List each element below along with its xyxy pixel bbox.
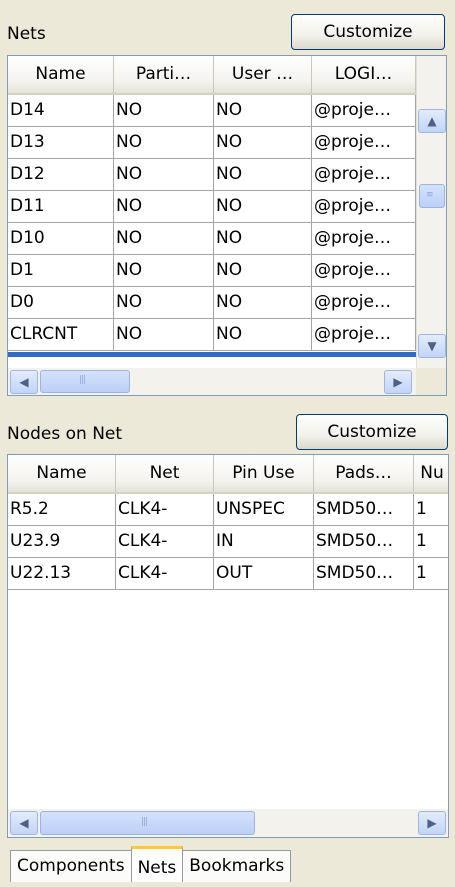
- table-row[interactable]: CLRCNT NO NO @proje…: [8, 319, 416, 351]
- nets-vertical-scrollbar[interactable]: ▲ ≡ ▼: [416, 56, 446, 368]
- cell-user: NO: [214, 319, 312, 351]
- cell-name: D10: [8, 223, 114, 255]
- nodes-grid-header: Name Net Pin Use Pads… Nu: [8, 455, 448, 494]
- nets-customize-button[interactable]: Customize: [291, 14, 445, 50]
- scroll-right-arrow-icon[interactable]: ▶: [384, 370, 412, 394]
- cell-logical: @proje…: [312, 287, 416, 319]
- cell-partition: NO: [114, 159, 214, 191]
- cell-logical: @proje…: [312, 319, 416, 351]
- cell-name: D12: [8, 159, 114, 191]
- cell-name: D13: [8, 127, 114, 159]
- column-header-pads[interactable]: Pads…: [314, 455, 414, 492]
- nodes-customize-button[interactable]: Customize: [296, 414, 448, 450]
- cell-logical: @proje…: [312, 159, 416, 191]
- scroll-right-arrow-icon[interactable]: ▶: [418, 811, 446, 835]
- nets-grid-header: Name Parti… User … LOGI…: [8, 56, 416, 95]
- cell-user: NO: [214, 191, 312, 223]
- table-row[interactable]: D0 NO NO @proje…: [8, 287, 416, 319]
- cell-number: 1: [414, 526, 448, 558]
- cell-user: NO: [214, 223, 312, 255]
- table-row[interactable]: D12 NO NO @proje…: [8, 159, 416, 191]
- column-header-logical[interactable]: LOGI…: [312, 56, 416, 93]
- cell-pin-use: IN: [214, 526, 314, 558]
- cell-user: NO: [214, 95, 312, 127]
- grip-icon: |||: [141, 817, 148, 827]
- vertical-scroll-thumb[interactable]: ≡: [419, 184, 445, 208]
- cell-net: CLK4-: [116, 558, 214, 590]
- horizontal-scroll-thumb[interactable]: |||: [40, 370, 130, 393]
- grip-icon: |||: [79, 375, 86, 385]
- nodes-panel-title: Nodes on Net: [7, 424, 123, 444]
- column-header-net[interactable]: Net: [116, 455, 214, 492]
- nets-panel-title: Nets: [7, 24, 46, 44]
- cell-user: NO: [214, 287, 312, 319]
- cell-partition: NO: [114, 255, 214, 287]
- table-row[interactable]: D14 NO NO @proje…: [8, 95, 416, 127]
- bottom-tab-strip: Components Nets Bookmarks: [10, 846, 292, 882]
- cell-logical: @proje…: [312, 127, 416, 159]
- cell-partition: NO: [114, 223, 214, 255]
- cell-name: U23.9: [8, 526, 116, 558]
- cell-net: CLK4-: [116, 494, 214, 526]
- scroll-down-arrow-icon[interactable]: ▼: [418, 334, 446, 358]
- cell-name: CLRCNT: [8, 319, 114, 351]
- horizontal-scroll-thumb[interactable]: |||: [40, 811, 255, 835]
- scroll-up-arrow-icon[interactable]: ▲: [418, 109, 446, 133]
- nodes-grid: Name Net Pin Use Pads… Nu R5.2 CLK4- UNS…: [7, 454, 449, 838]
- grip-icon: ≡: [426, 190, 433, 200]
- table-row[interactable]: D1 NO NO @proje…: [8, 255, 416, 287]
- nodes-horizontal-scrollbar[interactable]: ◀ ||| ▶: [8, 809, 448, 837]
- cell-name: R5.2: [8, 494, 116, 526]
- cell-net: CLK4-: [116, 526, 214, 558]
- table-row[interactable]: U23.9 CLK4- IN SMD50… 1: [8, 526, 448, 558]
- cell-user: NO: [214, 127, 312, 159]
- cell-name: D1: [8, 255, 114, 287]
- column-header-partition[interactable]: Parti…: [114, 56, 214, 93]
- cell-name: D11: [8, 191, 114, 223]
- column-header-user[interactable]: User …: [214, 56, 312, 93]
- cell-pin-use: OUT: [214, 558, 314, 590]
- table-row[interactable]: D11 NO NO @proje…: [8, 191, 416, 223]
- cell-pads: SMD50…: [314, 494, 414, 526]
- tab-bookmarks[interactable]: Bookmarks: [182, 850, 292, 882]
- column-header-pin-use[interactable]: Pin Use: [214, 455, 314, 492]
- cell-partition: NO: [114, 127, 214, 159]
- cell-partition: NO: [114, 95, 214, 127]
- cell-logical: @proje…: [312, 255, 416, 287]
- scroll-left-arrow-icon[interactable]: ◀: [10, 370, 38, 394]
- table-row[interactable]: D10 NO NO @proje…: [8, 223, 416, 255]
- cell-name: U22.13: [8, 558, 116, 590]
- tab-nets[interactable]: Nets: [130, 846, 184, 882]
- tab-components[interactable]: Components: [10, 850, 132, 882]
- scrollbar-corner: [416, 368, 446, 395]
- cell-pin-use: UNSPEC: [214, 494, 314, 526]
- table-row[interactable]: R5.2 CLK4- UNSPEC SMD50… 1: [8, 494, 448, 526]
- nets-horizontal-scrollbar[interactable]: ◀ ||| ▶: [8, 368, 416, 395]
- cell-name: D14: [8, 95, 114, 127]
- cell-number: 1: [414, 558, 448, 590]
- cell-logical: @proje…: [312, 95, 416, 127]
- nets-grid: Name Parti… User … LOGI… D14 NO NO @proj…: [7, 55, 447, 396]
- cell-pads: SMD50…: [314, 558, 414, 590]
- table-row[interactable]: D13 NO NO @proje…: [8, 127, 416, 159]
- cell-partition: NO: [114, 319, 214, 351]
- cell-logical: @proje…: [312, 223, 416, 255]
- cell-partition: NO: [114, 191, 214, 223]
- cell-pads: SMD50…: [314, 526, 414, 558]
- table-row[interactable]: U22.13 CLK4- OUT SMD50… 1: [8, 558, 448, 590]
- column-header-name[interactable]: Name: [8, 56, 114, 93]
- selected-row-indicator: [8, 352, 416, 357]
- scroll-left-arrow-icon[interactable]: ◀: [10, 811, 38, 835]
- cell-user: NO: [214, 255, 312, 287]
- cell-partition: NO: [114, 287, 214, 319]
- column-header-name[interactable]: Name: [8, 455, 116, 492]
- column-header-number[interactable]: Nu: [414, 455, 448, 492]
- cell-name: D0: [8, 287, 114, 319]
- cell-user: NO: [214, 159, 312, 191]
- cell-number: 1: [414, 494, 448, 526]
- cell-logical: @proje…: [312, 191, 416, 223]
